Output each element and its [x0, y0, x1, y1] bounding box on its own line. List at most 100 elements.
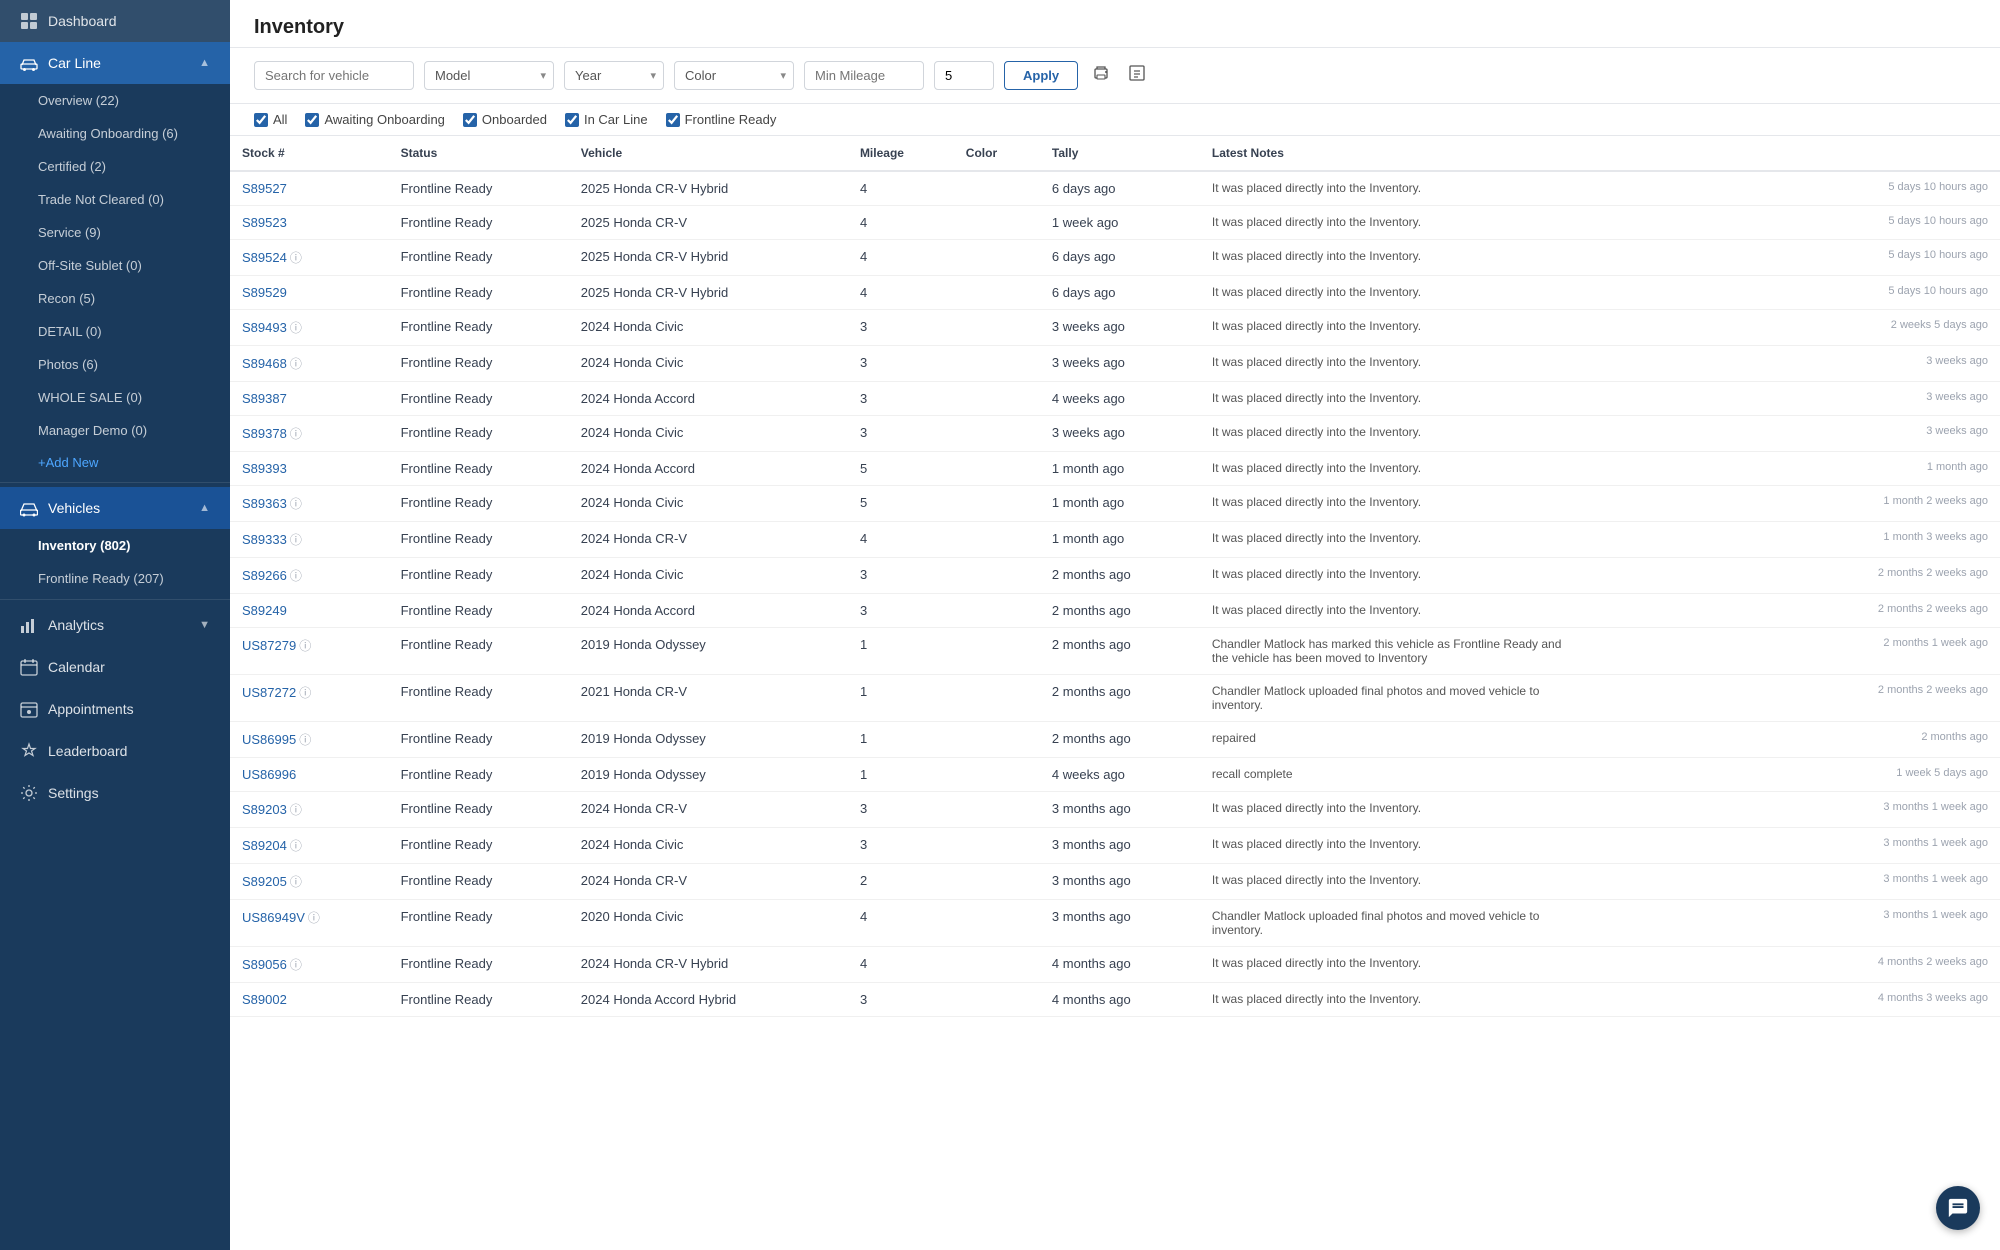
color-select[interactable]: Color — [674, 61, 794, 90]
sidebar-item-leaderboard[interactable]: Leaderboard — [0, 730, 230, 772]
note-time: 3 months 1 week ago — [1883, 837, 1988, 849]
info-icon[interactable]: ⓘ — [299, 639, 311, 653]
sidebar-sub-wholesale[interactable]: WHOLE SALE (0) — [0, 381, 230, 414]
sidebar-sub-trade[interactable]: Trade Not Cleared (0) — [0, 183, 230, 216]
sidebar-sub-recon[interactable]: Recon (5) — [0, 282, 230, 315]
stock-link[interactable]: US87272 — [242, 685, 296, 700]
info-icon[interactable]: ⓘ — [290, 803, 302, 817]
sidebar-item-appointments[interactable]: Appointments — [0, 688, 230, 730]
sidebar-item-settings[interactable]: Settings — [0, 772, 230, 814]
chat-bubble[interactable] — [1936, 1186, 1980, 1230]
sidebar-item-analytics[interactable]: Analytics ▼ — [0, 604, 230, 646]
note-time: 3 weeks ago — [1926, 355, 1988, 367]
stock-link[interactable]: S89393 — [242, 461, 287, 476]
stock-link[interactable]: S89524 — [242, 250, 287, 265]
stock-link[interactable]: US86996 — [242, 767, 296, 782]
sidebar-sub-detail[interactable]: DETAIL (0) — [0, 315, 230, 348]
checkbox-awaiting-onboarding[interactable] — [305, 113, 319, 127]
sidebar-calendar-label: Calendar — [48, 659, 105, 675]
sidebar-sub-managerdemo[interactable]: Manager Demo (0) — [0, 414, 230, 447]
sidebar-item-dashboard[interactable]: Dashboard — [0, 0, 230, 42]
filter-frontline-ready[interactable]: Frontline Ready — [666, 112, 777, 127]
filter-awaiting-onboarding[interactable]: Awaiting Onboarding — [305, 112, 444, 127]
sidebar-add-new[interactable]: +Add New — [0, 447, 230, 478]
cell-color — [954, 310, 1040, 346]
stock-link[interactable]: S89529 — [242, 285, 287, 300]
info-icon[interactable]: ⓘ — [290, 251, 302, 265]
note-text: It was placed directly into the Inventor… — [1212, 215, 1421, 229]
inventory-table-wrap: Stock # Status Vehicle Mileage Color Tal… — [230, 136, 2000, 1017]
min-mileage-input[interactable] — [804, 61, 924, 90]
info-icon[interactable]: ⓘ — [290, 427, 302, 441]
stock-link[interactable]: S89249 — [242, 603, 287, 618]
stock-link[interactable]: US86995 — [242, 732, 296, 747]
sidebar-item-carline[interactable]: Car Line ▲ — [0, 42, 230, 84]
stock-link[interactable]: S89056 — [242, 957, 287, 972]
stock-link[interactable]: S89468 — [242, 356, 287, 371]
frontline-label: Frontline Ready (207) — [38, 571, 164, 586]
filter-frontline-ready-label: Frontline Ready — [685, 112, 777, 127]
sidebar-sub-offsite[interactable]: Off-Site Sublet (0) — [0, 249, 230, 282]
stock-link[interactable]: S89387 — [242, 391, 287, 406]
checkbox-in-car-line[interactable] — [565, 113, 579, 127]
stock-link[interactable]: S89266 — [242, 568, 287, 583]
table-row: S89527 Frontline Ready 2025 Honda CR-V H… — [230, 171, 2000, 206]
info-icon[interactable]: ⓘ — [308, 911, 320, 925]
sidebar-sub-certified[interactable]: Certified (2) — [0, 150, 230, 183]
filter-all[interactable]: All — [254, 112, 287, 127]
stock-link[interactable]: S89204 — [242, 838, 287, 853]
stock-link[interactable]: S89363 — [242, 496, 287, 511]
main-content: Inventory Model Year Color 5 Apply — [230, 0, 2000, 1250]
sidebar-sub-frontline[interactable]: Frontline Ready (207) — [0, 562, 230, 595]
stock-link[interactable]: S89493 — [242, 320, 287, 335]
stock-link[interactable]: S89378 — [242, 426, 287, 441]
checkbox-all[interactable] — [254, 113, 268, 127]
info-icon[interactable]: ⓘ — [290, 839, 302, 853]
stock-link[interactable]: S89002 — [242, 992, 287, 1007]
info-icon[interactable]: ⓘ — [290, 533, 302, 547]
filter-in-car-line[interactable]: In Car Line — [565, 112, 648, 127]
checkbox-onboarded[interactable] — [463, 113, 477, 127]
photos-label: Photos (6) — [38, 357, 98, 372]
cell-tally: 6 days ago — [1040, 171, 1200, 206]
info-icon[interactable]: ⓘ — [290, 875, 302, 889]
stock-link[interactable]: US87279 — [242, 638, 296, 653]
info-icon[interactable]: ⓘ — [290, 958, 302, 972]
search-input[interactable] — [254, 61, 414, 90]
filter-onboarded[interactable]: Onboarded — [463, 112, 547, 127]
stock-link[interactable]: US86949V — [242, 910, 305, 925]
stock-link[interactable]: S89205 — [242, 874, 287, 889]
year-select[interactable]: Year — [564, 61, 664, 90]
model-select[interactable]: Model — [424, 61, 554, 90]
sidebar-sub-awaiting[interactable]: Awaiting Onboarding (6) — [0, 117, 230, 150]
cell-tally: 3 months ago — [1040, 900, 1200, 947]
stock-link[interactable]: S89203 — [242, 802, 287, 817]
note-time: 4 months 3 weeks ago — [1878, 992, 1988, 1004]
sidebar-sub-inventory[interactable]: Inventory (802) — [0, 529, 230, 562]
info-icon[interactable]: ⓘ — [290, 569, 302, 583]
sidebar-sub-photos[interactable]: Photos (6) — [0, 348, 230, 381]
sidebar-item-calendar[interactable]: Calendar — [0, 646, 230, 688]
stock-link[interactable]: S89333 — [242, 532, 287, 547]
apply-button[interactable]: Apply — [1004, 61, 1078, 90]
stock-link[interactable]: S89527 — [242, 181, 287, 196]
export-icon[interactable] — [1124, 60, 1150, 91]
sidebar-item-vehicles[interactable]: Vehicles ▲ — [0, 487, 230, 529]
cell-vehicle: 2024 Honda Civic — [569, 416, 848, 452]
sidebar-sub-service[interactable]: Service (9) — [0, 216, 230, 249]
cell-status: Frontline Ready — [389, 416, 569, 452]
print-icon[interactable] — [1088, 60, 1114, 91]
info-icon[interactable]: ⓘ — [290, 321, 302, 335]
cell-status: Frontline Ready — [389, 983, 569, 1017]
sidebar-sub-overview[interactable]: Overview (22) — [0, 84, 230, 117]
cell-mileage: 1 — [848, 758, 954, 792]
info-icon[interactable]: ⓘ — [290, 497, 302, 511]
checkbox-frontline-ready[interactable] — [666, 113, 680, 127]
stock-link[interactable]: S89523 — [242, 215, 287, 230]
info-icon[interactable]: ⓘ — [290, 357, 302, 371]
cell-stock: S89378ⓘ — [230, 416, 389, 452]
info-icon[interactable]: ⓘ — [299, 733, 311, 747]
info-icon[interactable]: ⓘ — [299, 686, 311, 700]
cell-color — [954, 206, 1040, 240]
mileage-value-input[interactable]: 5 — [934, 61, 994, 90]
